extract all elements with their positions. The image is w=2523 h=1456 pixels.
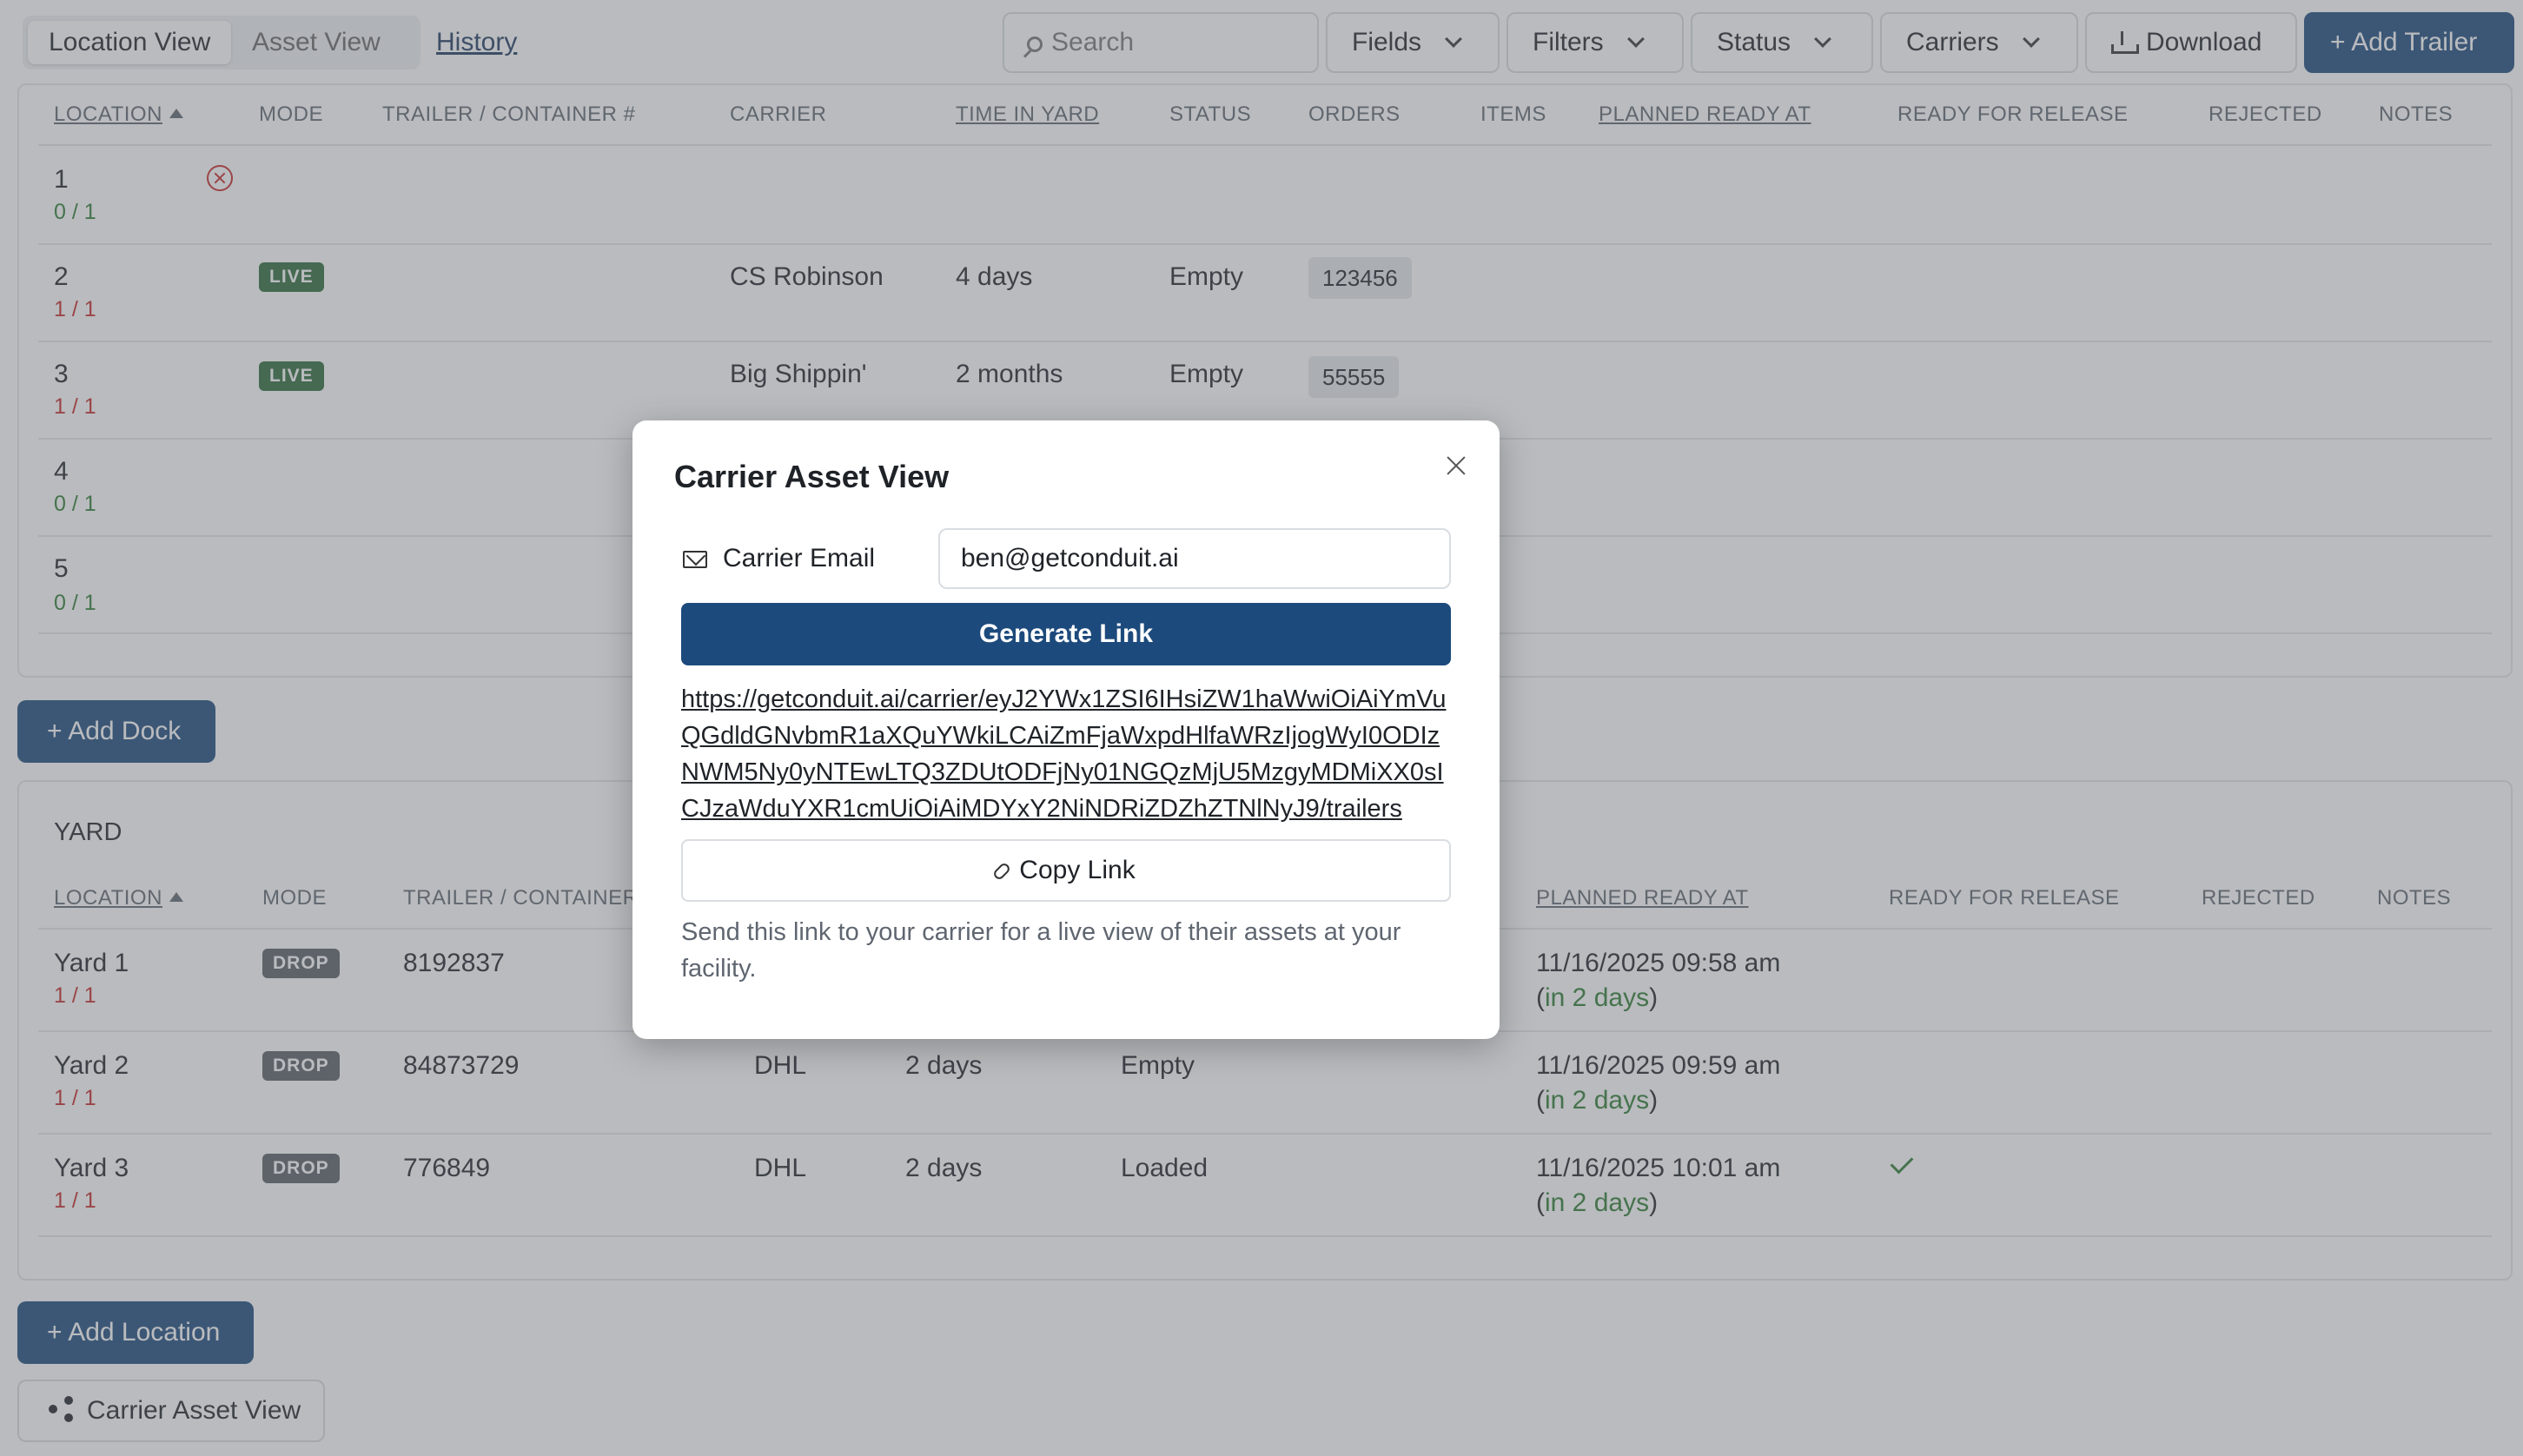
generated-link[interactable]: https://getconduit.ai/carrier/eyJ2YWx1ZS… [681,681,1454,827]
carrier-email-label: Carrier Email [683,544,875,573]
carrier-email-field[interactable] [938,528,1451,589]
carrier-asset-view-modal: Carrier Asset View Carrier Email Generat… [632,420,1500,1039]
modal-help-text: Send this link to your carrier for a liv… [681,918,1401,983]
link-icon [991,861,1012,882]
copy-link-button[interactable]: Copy Link [681,839,1451,902]
close-icon[interactable] [1442,452,1470,480]
modal-title: Carrier Asset View [674,459,950,494]
copy-link-label: Copy Link [1019,856,1136,884]
mail-icon [683,551,707,568]
generate-link-button[interactable]: Generate Link [681,603,1451,665]
